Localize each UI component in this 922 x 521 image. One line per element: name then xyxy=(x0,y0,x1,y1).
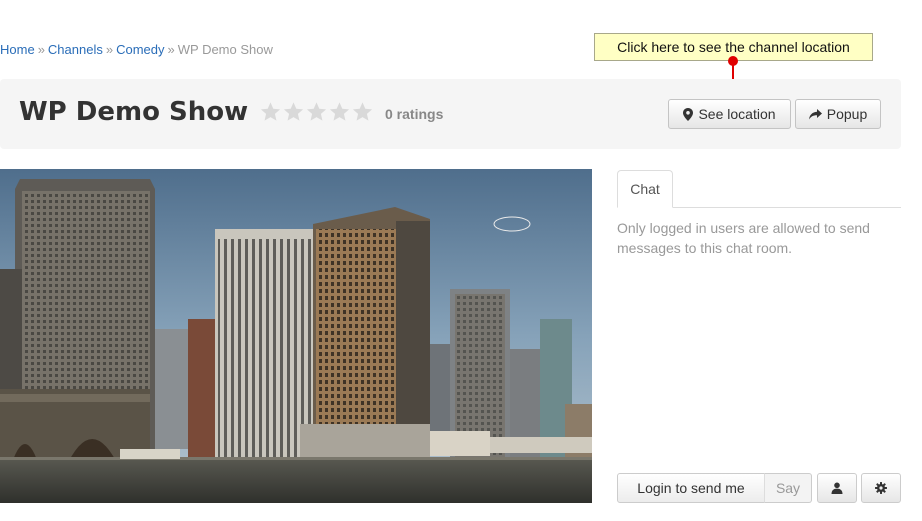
user-button[interactable] xyxy=(817,473,857,503)
see-location-label: See location xyxy=(698,106,776,122)
breadcrumb-separator: » xyxy=(37,42,45,57)
breadcrumb: Home» Channels» Comedy» WP Demo Show xyxy=(0,42,273,57)
popup-button[interactable]: Popup xyxy=(795,99,881,129)
breadcrumb-current: WP Demo Show xyxy=(177,42,273,57)
breadcrumb-channels[interactable]: Channels xyxy=(48,42,103,57)
video-frame-image xyxy=(0,169,592,503)
ratings-count: 0 ratings xyxy=(385,106,444,122)
breadcrumb-comedy[interactable]: Comedy xyxy=(116,42,164,57)
star-icon[interactable] xyxy=(351,100,374,124)
share-arrow-icon xyxy=(808,108,822,119)
breadcrumb-separator: » xyxy=(105,42,114,57)
map-marker-icon xyxy=(683,107,694,121)
star-icon[interactable] xyxy=(305,100,328,124)
say-input[interactable]: Say xyxy=(764,473,812,503)
video-player[interactable] xyxy=(0,169,592,503)
popup-label: Popup xyxy=(826,106,868,122)
star-rating[interactable] xyxy=(259,100,374,124)
page-title: WP Demo Show xyxy=(19,97,249,127)
tab-chat[interactable]: Chat xyxy=(617,170,673,208)
star-icon[interactable] xyxy=(282,100,305,124)
see-location-button[interactable]: See location xyxy=(668,99,791,129)
login-to-send-button[interactable]: Login to send me xyxy=(617,473,765,503)
breadcrumb-home[interactable]: Home xyxy=(0,42,35,57)
breadcrumb-separator: » xyxy=(167,42,175,57)
chat-notice: Only logged in users are allowed to send… xyxy=(617,220,870,256)
star-icon[interactable] xyxy=(328,100,351,124)
gear-icon xyxy=(875,482,887,494)
user-icon xyxy=(831,482,843,494)
settings-button[interactable] xyxy=(861,473,901,503)
star-icon[interactable] xyxy=(259,100,282,124)
